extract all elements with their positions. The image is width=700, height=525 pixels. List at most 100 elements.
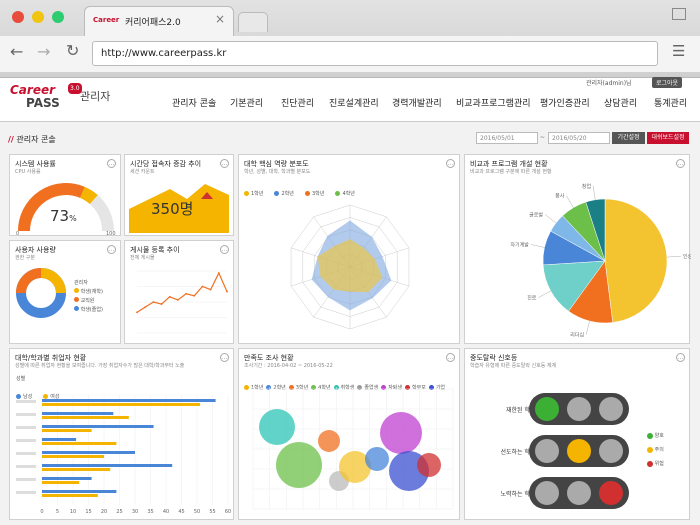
x-tick-label: 50 [194,509,200,515]
card-menu-icon[interactable]: … [220,159,229,168]
card-subtitle: 전체 게시물 [130,255,155,261]
posts-point [177,299,179,301]
logout-button[interactable]: 로그아웃 [652,77,683,88]
x-tick-label: 25 [116,509,122,515]
category-label-placeholder [16,491,36,494]
bar-female [42,403,201,406]
card-menu-icon[interactable]: … [446,353,455,362]
bar-male [42,451,135,454]
category-label-placeholder [16,413,36,416]
category-label-placeholder [16,452,36,455]
browser-tab[interactable]: Career 커리어패스2.0 × [84,6,234,36]
card-menu-icon[interactable]: … [107,159,116,168]
card-subtitle: 학습자 유형에 따른 중도탈락 신호등 체계 [470,363,557,369]
pie-label: 봉사 [555,193,565,200]
bar-female [42,494,98,497]
connection-value: 350명 [151,200,194,218]
category-label-placeholder [16,439,36,442]
user-donut-chart [16,268,66,318]
bubble [259,409,295,445]
category-label-placeholder [16,478,36,481]
cpu-gauge: 0 100 [16,183,116,237]
bubble [365,447,389,471]
dropout-signal-card: 중도탈락 신호등 학습자 유형에 따른 중도탈락 신호등 체계 … 재한된 학습… [464,348,690,520]
nav-diagnosis[interactable]: 진단관리 [281,96,314,109]
bar-female [42,429,92,432]
bar-male [42,425,154,428]
period-setting-button[interactable]: 기간설정 [612,132,645,144]
user-legend: 관리자 학생(재학) 교직원 학생(졸업) [74,280,103,313]
satisfaction-card: 만족도 조사 현황 조사기간 : 2016-04-02 ~ 2016-05-22… [238,348,460,520]
tab-favicon: Career [93,16,120,24]
program-pie-chart: 인성리더십 진로 자기계발 글로벌 봉사 창업 [510,183,691,339]
posts-point [201,285,204,288]
date-from-input[interactable]: 2016/05/01 [476,132,538,144]
nav-statistics[interactable]: 통계관리 [654,96,687,109]
reload-icon[interactable]: ↻ [66,41,79,60]
window-restore-icon[interactable] [672,8,686,20]
posts-point [226,290,228,293]
address-bar[interactable]: http://www.careerpass.kr [92,41,658,66]
bar-female [42,416,129,419]
category-label-placeholder [16,426,36,429]
card-menu-icon[interactable]: … [107,245,116,254]
jobs-legend-title: 성별 [16,376,26,382]
signal-legend: 양호 주의 위험 [647,429,664,471]
employment-bar-chart: 0 5 10 15 20 25 30 35 40 45 50 55 60 [16,395,231,515]
card-subtitle: 권한 구분 [15,255,35,261]
page: Career PASS 3.0 관리자 관리자(admin)님 로그아웃 관리자… [0,77,700,525]
bar-male [42,490,117,493]
posts-point [136,311,138,314]
back-arrow-icon[interactable]: ← [10,42,23,61]
admin-label: 관리자 [80,90,111,103]
site-logo[interactable]: Career PASS 3.0 [10,83,82,109]
pie-label: 글로벌 [529,211,543,218]
card-menu-icon[interactable]: … [446,159,455,168]
signal-lamp [567,397,591,421]
card-menu-icon[interactable]: … [676,353,685,362]
card-subtitle: 성별에 따른 취업자 현황을 보여줍니다. 가장 취업자수가 많은 대학/학과부… [15,363,185,369]
new-tab-button[interactable] [238,12,268,32]
posts-point [217,272,220,274]
system-usage-card: 시스템 사용률 CPU 사용률 … 0 100 73% [9,154,121,237]
forward-arrow-icon[interactable]: → [37,42,50,61]
maximize-window-icon[interactable] [52,11,64,23]
card-menu-icon[interactable]: … [220,245,229,254]
pie-label: 리더십 [570,332,584,339]
bubble [318,430,340,452]
nav-basic[interactable]: 기본관리 [230,96,263,109]
date-to-input[interactable]: 2016/05/20 [548,132,610,144]
pie-slice [604,198,668,323]
dashboard-setting-button[interactable]: 대쉬보드설정 [647,132,689,144]
category-label-placeholder [16,400,36,403]
close-window-icon[interactable] [12,11,24,23]
posts-line-chart [136,270,228,334]
tab-close-icon[interactable]: × [215,12,225,26]
nav-evaluation[interactable]: 평가인증관리 [540,96,590,109]
x-tick-label: 20 [101,509,107,515]
pie-label: 진로 [527,295,537,302]
bubble [380,412,422,454]
bar-male [42,464,173,467]
card-subtitle: 세션 카운트 [130,169,155,175]
satisfaction-bubble-chart [252,387,454,510]
posts-line [136,271,228,313]
bar-male [42,477,92,480]
nav-extracurricular[interactable]: 비교과프로그램관리 [456,96,531,109]
nav-console[interactable]: 관리자 콘솔 [172,96,216,109]
gauge-fill-end [79,186,98,205]
minimize-window-icon[interactable] [32,11,44,23]
menu-icon[interactable]: ☰ [672,42,685,60]
browser-chrome: Career 커리어패스2.0 × ← → ↻ http://www.caree… [0,0,700,78]
nav-career-dev[interactable]: 경력개발관리 [392,96,442,109]
nav-counseling[interactable]: 상담관리 [604,96,637,109]
bar-female [42,468,111,471]
card-menu-icon[interactable]: … [220,353,229,362]
nav-career-design[interactable]: 진로설계관리 [329,96,379,109]
donut-slice-b [16,268,42,294]
x-tick-label: 0 [40,509,43,515]
signal-lamp [599,439,623,463]
date-separator: ~ [540,134,546,141]
card-menu-icon[interactable]: … [676,159,685,168]
posts-point [152,301,155,303]
